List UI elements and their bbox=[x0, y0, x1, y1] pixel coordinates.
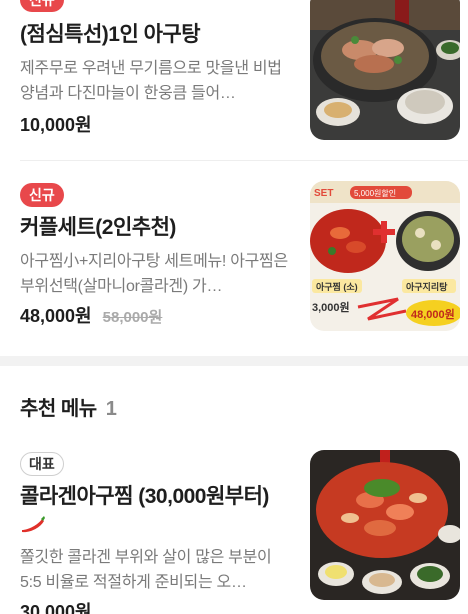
menu-name: 콜라겐아구찜 (30,000원부터) bbox=[20, 482, 290, 541]
menu-price: 30,000원 bbox=[20, 599, 290, 614]
svg-text:5,000원할인: 5,000원할인 bbox=[354, 188, 396, 198]
menu-item[interactable]: 대표 콜라겐아구찜 (30,000원부터) 쫄깃한 콜라겐 부위와 살이 많은 … bbox=[0, 450, 468, 614]
svg-text:48,000원: 48,000원 bbox=[411, 307, 455, 321]
menu-name-text: 콜라겐아구찜 (30,000원부터) bbox=[20, 485, 269, 508]
collagen-monkfish-photo bbox=[310, 450, 460, 600]
menu-description: 쫄깃한 콜라겐 부위와 살이 많은 부분이 5:5 비율로 적절하게 준비되는 … bbox=[20, 548, 272, 591]
menu-page: 신규 (점심특선)1인 아구탕 제주무로 우려낸 무기름으로 맛을낸 비법양념과… bbox=[0, 0, 468, 614]
new-badge: 신규 bbox=[20, 183, 64, 207]
menu-description: 아구찜小+지리아구탕 세트메뉴! 아구찜은 부위선택(살마니or콜라겐) 가… bbox=[20, 253, 288, 295]
menu-item-text: 대표 콜라겐아구찜 (30,000원부터) 쫄깃한 콜라겐 부위와 살이 많은 … bbox=[20, 452, 290, 614]
menu-name: 커플세트(2인추천) bbox=[20, 216, 176, 239]
menu-item[interactable]: 신규 커플세트(2인추천) 아구찜小+지리아구탕 세트메뉴! 아구찜은 부위선택… bbox=[0, 181, 468, 331]
monkfish-soup-photo bbox=[310, 0, 460, 140]
menu-thumbnail[interactable] bbox=[310, 0, 460, 140]
couple-set-photo: SET 5,000원할인 아구찜 (소) 아구지리탕 3,000원 48,000… bbox=[310, 181, 460, 331]
menu-price: 10,000원 bbox=[20, 112, 290, 138]
representative-badge: 대표 bbox=[20, 452, 64, 476]
menu-thumbnail[interactable] bbox=[310, 450, 460, 600]
spicy-pepper-icon bbox=[20, 512, 46, 541]
svg-text:3,000원: 3,000원 bbox=[312, 300, 350, 314]
price: 30,000원 bbox=[20, 601, 92, 614]
menu-item[interactable]: 신규 (점심특선)1인 아구탕 제주무로 우려낸 무기름으로 맛을낸 비법양념과… bbox=[0, 0, 468, 160]
svg-text:아구지리탕: 아구지리탕 bbox=[406, 281, 448, 292]
section-count: 1 bbox=[105, 398, 117, 420]
menu-price: 48,000원 58,000원 bbox=[20, 303, 290, 331]
price: 10,000원 bbox=[20, 115, 92, 135]
svg-text:아구찜 (소): 아구찜 (소) bbox=[316, 281, 358, 292]
menu-thumbnail[interactable]: SET 5,000원할인 아구찜 (소) 아구지리탕 3,000원 48,000… bbox=[310, 181, 460, 331]
original-price: 58,000원 bbox=[102, 309, 163, 326]
section-title: 추천 메뉴 1 bbox=[20, 392, 117, 421]
section-title-text: 추천 메뉴 bbox=[20, 398, 97, 420]
menu-item-text: 신규 커플세트(2인추천) 아구찜小+지리아구탕 세트메뉴! 아구찜은 부위선택… bbox=[20, 183, 290, 331]
section-separator bbox=[0, 356, 468, 366]
item-divider bbox=[20, 160, 468, 161]
menu-name: (점심특선)1인 아구탕 bbox=[20, 23, 201, 46]
price: 48,000원 bbox=[20, 306, 92, 326]
menu-item-text: 신규 (점심특선)1인 아구탕 제주무로 우려낸 무기름으로 맛을낸 비법양념과… bbox=[20, 0, 290, 138]
menu-description: 제주무로 우려낸 무기름으로 맛을낸 비법양념과 다진마늘이 한웅큼 들어… bbox=[20, 60, 282, 102]
svg-text:SET: SET bbox=[314, 188, 333, 199]
new-badge: 신규 bbox=[20, 0, 64, 12]
